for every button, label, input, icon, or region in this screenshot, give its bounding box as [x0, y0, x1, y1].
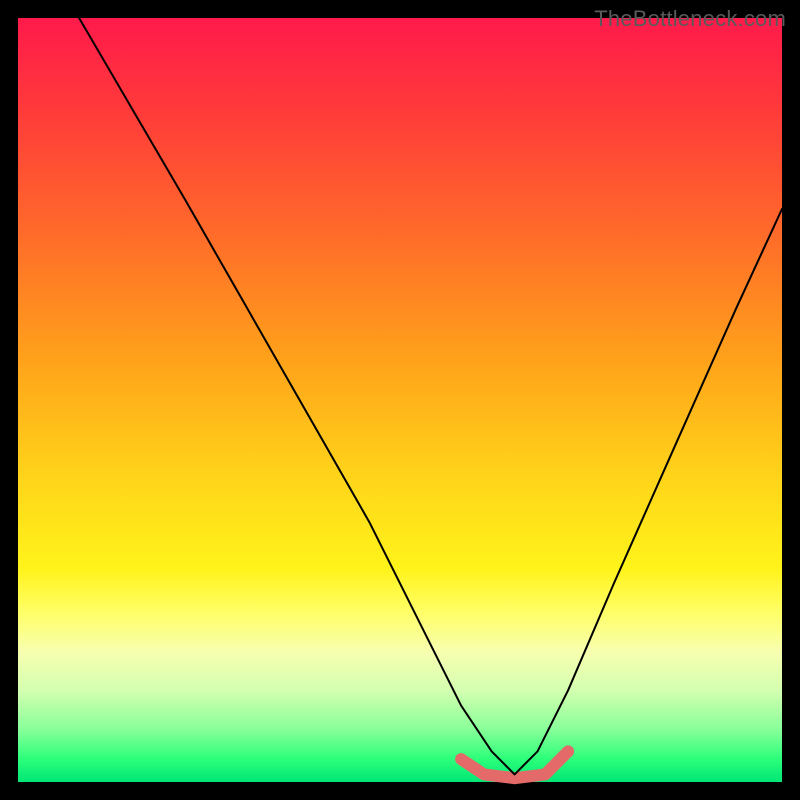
- watermark-text: TheBottleneck.com: [594, 6, 786, 32]
- bottleneck-curve: [79, 18, 782, 774]
- chart-stage: TheBottleneck.com: [0, 0, 800, 800]
- curve-svg: [18, 18, 782, 782]
- plot-area: [18, 18, 782, 782]
